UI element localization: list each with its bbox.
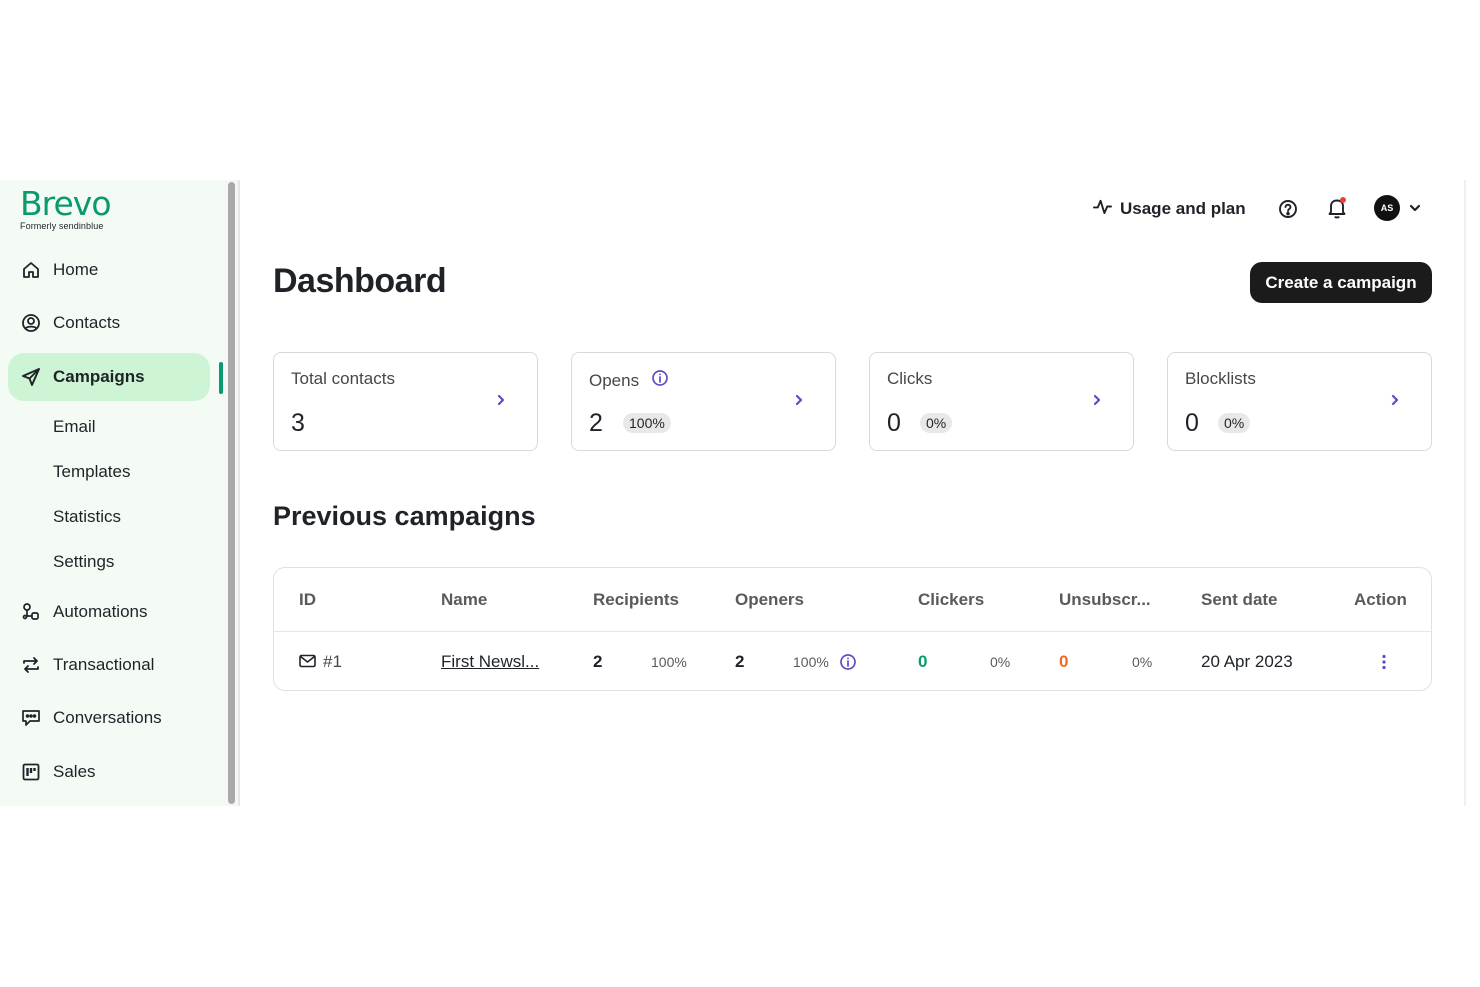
column-header-clickers[interactable]: Clickers: [918, 590, 984, 610]
brand-name: Brevo: [20, 184, 112, 223]
clickers-count: 0: [918, 652, 928, 671]
activity-icon: [1093, 197, 1112, 221]
sidebar-item-contacts[interactable]: Contacts: [8, 299, 210, 347]
notification-bell-icon[interactable]: [1326, 196, 1348, 220]
percent-badge: 0%: [920, 413, 953, 433]
percent-badge: 0%: [1218, 413, 1251, 433]
info-icon[interactable]: [839, 653, 857, 676]
sidebar-item-label: Contacts: [53, 313, 121, 332]
stat-card-value: 3: [291, 409, 305, 437]
sidebar-item-campaigns[interactable]: Campaigns: [8, 353, 210, 401]
contacts-icon: [20, 312, 42, 334]
window-edge: [1464, 180, 1466, 806]
column-header-unsubscribers[interactable]: Unsubscr...: [1059, 590, 1151, 610]
column-header-id[interactable]: ID: [299, 590, 316, 610]
stat-title-text: Total contacts: [291, 369, 395, 388]
stat-card-title: Opens: [589, 369, 669, 392]
recipients-percent: 100%: [651, 654, 687, 670]
sidebar-item-label: Sales: [53, 762, 96, 781]
scrollbar-thumb[interactable]: [228, 182, 235, 804]
recipients-count: 2: [593, 652, 603, 671]
stat-card-total-contacts[interactable]: Total contacts 3: [273, 352, 538, 451]
stat-title-text: Opens: [589, 370, 640, 390]
sidebar-item-transactional[interactable]: Transactional: [8, 641, 210, 689]
stat-title-text: Blocklists: [1185, 369, 1256, 388]
chevron-right-icon[interactable]: [792, 393, 806, 407]
sidebar: Brevo Formerly sendinblue Home Contacts …: [0, 180, 223, 806]
stat-card-value: 2: [589, 409, 603, 437]
chevron-right-icon[interactable]: [1090, 393, 1104, 407]
usage-and-plan-button[interactable]: Usage and plan: [1093, 197, 1246, 221]
sidebar-subitem-settings[interactable]: Settings: [53, 550, 114, 574]
sidebar-subitem-templates[interactable]: Templates: [53, 460, 130, 484]
stat-card-title: Blocklists: [1185, 369, 1256, 389]
stat-card-title: Clicks: [887, 369, 932, 389]
sidebar-scrollbar[interactable]: [223, 180, 240, 806]
sent-date: 20 Apr 2023: [1201, 652, 1293, 671]
stat-card-clicks[interactable]: Clicks 0 0%: [869, 352, 1134, 451]
help-icon[interactable]: [1277, 198, 1299, 220]
stat-card-blocklists[interactable]: Blocklists 0 0%: [1167, 352, 1432, 451]
automations-icon: [20, 601, 42, 623]
kanban-icon: [20, 761, 42, 783]
sidebar-item-automations[interactable]: Automations: [8, 588, 210, 636]
sidebar-item-home[interactable]: Home: [8, 246, 210, 294]
openers-percent: 100%: [793, 654, 829, 670]
sidebar-subitem-email[interactable]: Email: [53, 415, 96, 439]
chevron-right-icon[interactable]: [1388, 393, 1402, 407]
column-header-action: Action: [1354, 590, 1407, 609]
info-icon[interactable]: [651, 369, 669, 392]
column-header-name[interactable]: Name: [441, 590, 487, 610]
brand-tagline: Formerly sendinblue: [20, 221, 104, 231]
sidebar-item-sales[interactable]: Sales: [8, 748, 210, 796]
percent-badge: 100%: [623, 413, 671, 433]
create-campaign-button[interactable]: Create a campaign: [1250, 262, 1432, 303]
sidebar-item-label: Conversations: [53, 708, 162, 727]
sidebar-item-conversations[interactable]: Conversations: [8, 694, 210, 742]
chat-icon: [20, 707, 42, 729]
column-header-openers[interactable]: Openers: [735, 590, 804, 610]
transactional-icon: [20, 654, 42, 676]
table-header-row: ID Name Recipients Openers Clickers Unsu…: [274, 568, 1431, 632]
unsubscribers-percent: 0%: [1132, 654, 1153, 670]
openers-count: 2: [735, 652, 745, 671]
campaign-name-link[interactable]: First Newsl...: [441, 652, 539, 672]
column-header-recipients[interactable]: Recipients: [593, 590, 679, 610]
page-title: Dashboard: [273, 262, 447, 300]
stat-card-value: 0: [1185, 409, 1199, 437]
brand-logo[interactable]: Brevo Formerly sendinblue: [20, 184, 112, 232]
unsubscribers-count: 0: [1059, 652, 1069, 671]
app-window: Brevo Formerly sendinblue Home Contacts …: [0, 180, 1466, 806]
more-actions-icon[interactable]: [1380, 654, 1388, 675]
send-icon: [20, 366, 42, 388]
chevron-down-icon[interactable]: [1408, 201, 1422, 215]
home-icon: [20, 259, 42, 281]
avatar[interactable]: AS: [1374, 195, 1400, 221]
chevron-right-icon[interactable]: [494, 393, 508, 407]
stat-card-value: 0: [887, 409, 901, 437]
sidebar-item-label: Campaigns: [53, 367, 145, 386]
column-header-sent-date[interactable]: Sent date: [1201, 590, 1278, 610]
sidebar-item-label: Automations: [53, 602, 148, 621]
campaign-id: #1: [323, 652, 342, 671]
sidebar-item-label: Transactional: [53, 655, 155, 674]
email-icon: [299, 654, 316, 673]
section-title: Previous campaigns: [273, 501, 536, 531]
campaigns-table: ID Name Recipients Openers Clickers Unsu…: [273, 567, 1432, 691]
stat-card-opens[interactable]: Opens 2 100%: [571, 352, 836, 451]
clickers-percent: 0%: [990, 654, 1011, 670]
sidebar-item-label: Home: [53, 260, 99, 279]
stat-title-text: Clicks: [887, 369, 933, 388]
stat-card-title: Total contacts: [291, 369, 395, 389]
usage-label: Usage and plan: [1120, 199, 1246, 218]
sidebar-subitem-statistics[interactable]: Statistics: [53, 505, 121, 529]
